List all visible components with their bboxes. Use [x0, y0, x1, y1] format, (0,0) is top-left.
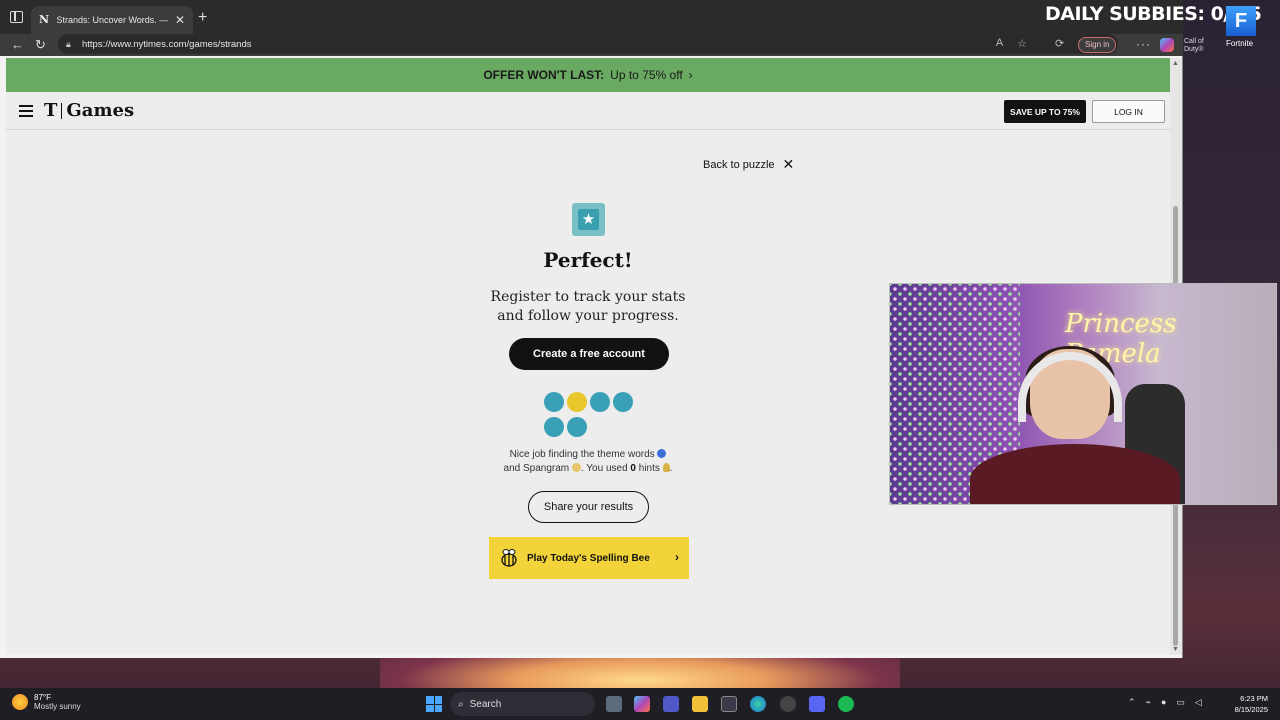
favorite-star-icon[interactable]: ☆ [1017, 37, 1027, 50]
theme-word-dot [544, 417, 564, 437]
summary-text-3: . You used [580, 463, 628, 474]
summary-text-4: hints [638, 463, 660, 474]
theme-word-dot-icon [657, 449, 667, 458]
edge-icon[interactable] [750, 696, 766, 712]
tab-close-icon[interactable]: ✕ [175, 13, 185, 27]
offer-detail: Up to 75% off [610, 68, 683, 82]
store-icon[interactable] [721, 696, 737, 712]
refresh-icon[interactable]: ↻ [35, 37, 46, 53]
lock-icon: 🔒︎ [66, 39, 71, 49]
games-header: T Games SAVE UP TO 75% LOG IN [6, 92, 1170, 130]
offer-banner[interactable]: OFFER WON'T LAST: Up to 75% off › [6, 58, 1170, 92]
hints-count: 0 [630, 463, 636, 474]
bee-icon [501, 549, 517, 567]
network-icon[interactable]: ⌁ [1146, 697, 1151, 708]
login-button[interactable]: LOG IN [1092, 100, 1165, 123]
register-prompt: Register to track your stats and follow … [468, 288, 708, 326]
weather-widget[interactable]: 87°F Mostly sunny [12, 693, 81, 711]
result-heading: Perfect! [543, 248, 633, 272]
scroll-down-icon[interactable]: ▼ [1172, 646, 1179, 653]
teams-icon[interactable] [663, 696, 679, 712]
obs-icon[interactable] [780, 696, 796, 712]
close-icon[interactable]: ✕ [783, 156, 795, 173]
register-line-2: and follow your progress. [497, 308, 679, 324]
back-to-puzzle-label: Back to puzzle [703, 158, 775, 171]
clock-time: 6:23 PM [1240, 694, 1268, 703]
theme-word-dot [544, 392, 564, 412]
address-bar-row: ← ↻ 🔒︎ https://www.nytimes.com/games/str… [0, 34, 1183, 56]
tab-actions-icon[interactable] [10, 11, 23, 23]
fortnite-icon[interactable]: F [1226, 6, 1256, 36]
clock[interactable]: 6:23 PM 8/15/2025 [1228, 693, 1268, 715]
temperature: 87°F [34, 693, 51, 702]
star-badge-icon: ★ [572, 203, 605, 236]
new-tab-icon[interactable]: + [198, 9, 207, 27]
read-aloud-icon[interactable]: A [996, 37, 1003, 50]
call-of-duty-label: Call of Duty® [1184, 38, 1204, 53]
spelling-bee-label: Play Today's Spelling Bee [527, 552, 650, 564]
chevron-right-icon: › [675, 550, 679, 564]
windows-start-icon[interactable] [426, 696, 442, 712]
webcam-overlay: Princess Pamela [889, 283, 1277, 505]
display-icon[interactable]: ▭ [1176, 697, 1185, 708]
more-options-icon[interactable]: ··· [1136, 37, 1151, 51]
url-field[interactable]: 🔒︎ https://www.nytimes.com/games/strands… [58, 34, 1118, 54]
sun-icon [12, 694, 28, 710]
subscribe-button[interactable]: SAVE UP TO 75% [1004, 100, 1086, 123]
url-text: https://www.nytimes.com/games/strands [82, 38, 252, 50]
logo-divider [61, 102, 63, 119]
theme-word-dot [567, 417, 587, 437]
system-tray: ⌃ ⌁ ● ▭ ◁ [1128, 697, 1202, 708]
back-to-puzzle-link[interactable]: Back to puzzle ✕ [703, 156, 794, 173]
spangram-dot [567, 392, 587, 412]
weather-condition: Mostly sunny [34, 702, 81, 711]
volume-icon[interactable]: ◁ [1195, 697, 1202, 708]
scroll-up-icon[interactable]: ▲ [1172, 60, 1179, 67]
logo-games-text: Games [66, 100, 135, 121]
task-view-icon[interactable] [606, 696, 622, 712]
nyt-games-logo[interactable]: T Games [44, 100, 134, 121]
clock-date: 8/15/2025 [1234, 705, 1268, 714]
extensions-icon[interactable]: ⟳ [1055, 37, 1064, 50]
nyt-logo-mark: T [44, 100, 58, 121]
nyt-favicon-icon: N [39, 13, 50, 26]
discord-icon[interactable] [809, 696, 825, 712]
file-explorer-icon[interactable] [692, 696, 708, 712]
copilot-taskbar-icon[interactable] [634, 696, 650, 712]
spotify-icon[interactable] [838, 696, 854, 712]
menu-icon[interactable] [19, 105, 33, 117]
search-icon: ⌕ [458, 698, 464, 710]
tab-bar: N Strands: Uncover Words. — The N ✕ + [0, 0, 1183, 34]
tray-overflow-icon[interactable]: ⌃ [1128, 697, 1136, 708]
microphone-icon[interactable]: ● [1161, 697, 1166, 708]
summary-text-1: Nice job finding the theme words [509, 449, 655, 460]
share-results-button[interactable]: Share your results [528, 491, 649, 523]
search-placeholder: Search [469, 698, 502, 710]
tab-strands[interactable]: N Strands: Uncover Words. — The N ✕ [31, 6, 193, 34]
tab-title: Strands: Uncover Words. — The N [56, 15, 169, 25]
sign-in-button[interactable]: Sign in [1078, 37, 1117, 53]
copilot-icon[interactable] [1160, 38, 1174, 52]
summary-text-2: and Spangram [503, 463, 570, 474]
theme-word-dot [590, 392, 610, 412]
offer-label: OFFER WON'T LAST: [483, 68, 605, 82]
chevron-right-icon: › [688, 68, 693, 82]
taskbar-search[interactable]: ⌕ Search [450, 692, 595, 716]
streamer-body [970, 444, 1180, 504]
back-arrow-icon[interactable]: ← [11, 37, 24, 52]
lightbulb-icon [662, 463, 670, 472]
register-line-1: Register to track your stats [490, 289, 686, 305]
spelling-bee-button[interactable]: Play Today's Spelling Bee › [489, 537, 689, 579]
create-account-button[interactable]: Create a free account [509, 338, 669, 370]
result-summary: Nice job finding the theme words and Spa… [503, 449, 673, 474]
fortnite-label: Fortnite [1226, 39, 1254, 48]
windows-taskbar: 87°F Mostly sunny ⌕ Search ⌃ ⌁ ● ▭ ◁ 6:2… [0, 688, 1280, 720]
theme-word-dot [613, 392, 633, 412]
spangram-dot-icon [571, 463, 581, 472]
